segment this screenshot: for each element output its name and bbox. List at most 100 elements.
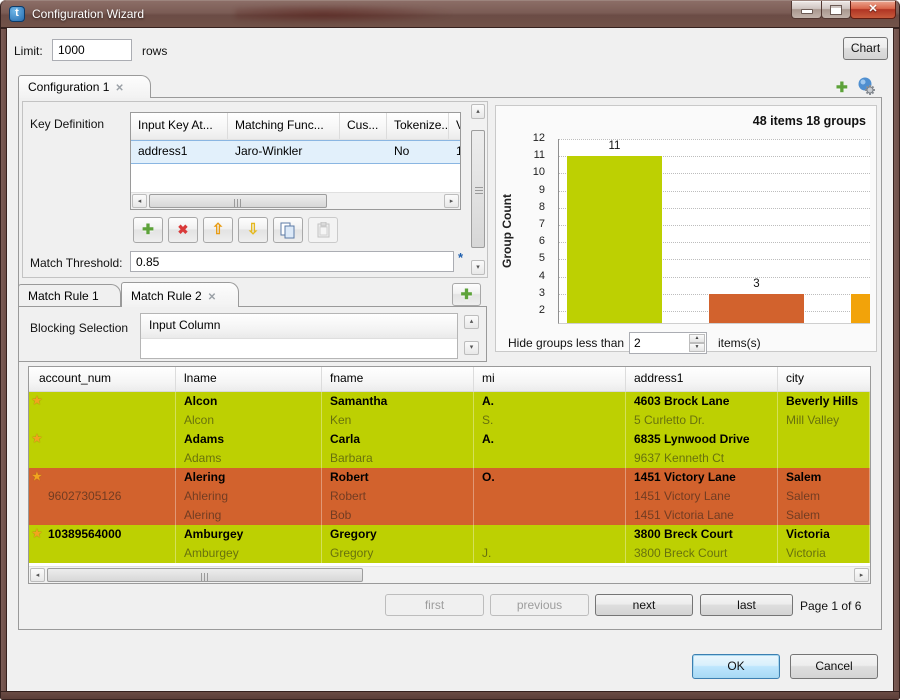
spinner-up-arrow[interactable]: ▲ (689, 334, 705, 343)
key-definition-label: Key Definition (30, 117, 104, 131)
key-section-vscrollbar: ▴ ▾ (470, 103, 487, 276)
results-header: account_num lname fname mi address1 city (29, 367, 870, 392)
move-up-button[interactable]: ⇧ (203, 217, 233, 243)
delete-key-button[interactable]: ✖ (168, 217, 198, 243)
column-header-input-key[interactable]: Input Key At... (131, 113, 228, 139)
column-header-tokenize[interactable]: Tokenize... (387, 113, 449, 139)
scroll-up-arrow[interactable]: ▴ (471, 104, 485, 119)
title-bar[interactable]: t Configuration Wizard ✕ (0, 0, 900, 28)
scroll-right-arrow[interactable]: ▸ (444, 194, 459, 208)
scroll-down-arrow[interactable]: ▾ (471, 260, 485, 275)
table-row[interactable]: ★96027305126 Ahlering Robert 1451 Victor… (29, 487, 870, 506)
spinner-down-arrow[interactable]: ▼ (689, 343, 705, 352)
add-match-rule-button[interactable]: ✚ (452, 283, 481, 306)
table-row[interactable]: ★ Adams Carla A. 6835 Lynwood Drive (29, 430, 870, 449)
table-row[interactable]: ★ Alcon Ken S. 5 Curletto Dr. Mill Valle… (29, 411, 870, 430)
titlebar-artifact (235, 4, 455, 24)
bar-value-label: 3 (709, 278, 804, 290)
scroll-down-arrow[interactable]: ▾ (464, 341, 479, 355)
copy-button[interactable] (273, 217, 303, 243)
app-icon: t (9, 6, 25, 22)
maximize-button[interactable] (821, 1, 851, 19)
chart-yaxis-ticks: 23456789101112 (520, 139, 548, 323)
pagination-last-button[interactable]: last (700, 594, 793, 616)
column-header-mi[interactable]: mi (474, 367, 626, 391)
y-tick-label: 11 (521, 149, 545, 161)
tab-match-rule-2[interactable]: Match Rule 2 ✕ (121, 282, 239, 307)
key-definition-table: Input Key At... Matching Func... Cus... … (130, 112, 461, 210)
pagination-next-button[interactable]: next (595, 594, 693, 616)
tab-close-icon[interactable]: ✕ (115, 83, 123, 94)
scroll-thumb[interactable] (149, 194, 327, 208)
wizard-gear-icon[interactable] (856, 76, 877, 97)
tab-match-rule-1[interactable]: Match Rule 1 (18, 284, 121, 307)
table-row[interactable]: ★ Alering Bob 1451 Victoria Lane Salem (29, 506, 870, 525)
group-leader-star-icon: ★ (32, 468, 46, 487)
ok-button[interactable]: OK (692, 654, 780, 679)
cancel-button[interactable]: Cancel (790, 654, 878, 679)
key-definition-row-selected[interactable]: address1 Jaro-Winkler No 1 (131, 140, 460, 164)
group-leader-star-icon: ★ (32, 525, 46, 544)
chart-title: 48 items 18 groups (753, 114, 866, 128)
table-row[interactable]: ★ Amburgey Gregory J. 3800 Breck Court V… (29, 544, 870, 563)
pagination-previous-button[interactable]: previous (490, 594, 589, 616)
blocking-selection-table: Input Column (140, 313, 458, 359)
key-definition-header: Input Key At... Matching Func... Cus... … (131, 113, 460, 140)
table-row[interactable]: ★ Alering Robert O. 1451 Victory Lane Sa… (29, 468, 870, 487)
close-button[interactable]: ✕ (850, 1, 896, 19)
scroll-thumb[interactable] (47, 568, 363, 582)
table-row[interactable]: ★ Alcon Samantha A. 4603 Brock Lane Beve… (29, 392, 870, 411)
limit-input[interactable] (52, 39, 132, 61)
hide-groups-label: Hide groups less than (508, 336, 624, 350)
tab-configuration-1[interactable]: Configuration 1 ✕ (18, 75, 151, 98)
items-suffix-label: items(s) (718, 336, 761, 350)
minimize-button[interactable] (791, 1, 822, 19)
paste-icon (316, 222, 331, 239)
scroll-right-arrow[interactable]: ▸ (854, 568, 869, 582)
group-leader-star-icon: ★ (32, 392, 46, 411)
close-icon: ✕ (868, 3, 877, 15)
table-row[interactable]: ★ Adams Barbara 9637 Kenneth Ct (29, 449, 870, 468)
column-header-lname[interactable]: lname (176, 367, 322, 391)
y-tick-label: 2 (521, 304, 545, 316)
add-configuration-icon[interactable]: ✚ (836, 79, 848, 96)
add-key-button[interactable]: ✚ (133, 217, 163, 243)
cell-tokenize: No (387, 141, 449, 163)
column-header-matching-function[interactable]: Matching Func... (228, 113, 340, 139)
maximize-icon (830, 5, 842, 15)
move-down-button[interactable]: ⇩ (238, 217, 268, 243)
table-row[interactable]: ★10389564000 Amburgey Gregory 3800 Breck… (29, 525, 870, 544)
blocking-column-header[interactable]: Input Column (141, 314, 457, 339)
group-chart-panel: 48 items 18 groups Group Count 234567891… (495, 105, 877, 352)
scroll-left-arrow[interactable]: ◂ (132, 194, 147, 208)
pagination-first-button[interactable]: first (385, 594, 484, 616)
chart-button[interactable]: Chart (843, 37, 888, 60)
scroll-left-arrow[interactable]: ◂ (30, 568, 45, 582)
cell-custom (340, 141, 387, 163)
column-header-city[interactable]: city (778, 367, 870, 391)
column-header-custom[interactable]: Cus... (340, 113, 387, 139)
limit-label: Limit: (14, 44, 43, 58)
delete-icon: ✖ (178, 222, 189, 237)
y-tick-label: 6 (521, 235, 545, 247)
chart-y-axis-label: Group Count (500, 139, 516, 323)
y-tick-label: 12 (521, 132, 545, 144)
scroll-thumb[interactable] (471, 130, 485, 248)
match-threshold-input[interactable] (130, 251, 454, 272)
copy-icon (280, 222, 296, 239)
hide-groups-input[interactable] (630, 333, 696, 353)
group-leader-star-icon: ★ (32, 430, 46, 449)
chart-bar (567, 156, 662, 323)
column-header-address1[interactable]: address1 (626, 367, 778, 391)
match-threshold-label: Match Threshold: (30, 256, 123, 270)
scroll-up-arrow[interactable]: ▴ (464, 315, 479, 329)
column-header-weight[interactable]: V (449, 113, 460, 139)
tab-match-rule-2-label: Match Rule 2 (131, 289, 202, 303)
paste-button[interactable] (308, 217, 338, 243)
tab-close-icon[interactable]: ✕ (208, 292, 216, 303)
cell-input-key: address1 (131, 141, 228, 163)
configuration-wizard-dialog: t Configuration Wizard ✕ Limit: rows Cha… (0, 0, 900, 700)
tab-configuration-1-label: Configuration 1 (28, 80, 109, 94)
column-header-fname[interactable]: fname (322, 367, 474, 391)
column-header-account-num[interactable]: account_num (29, 367, 176, 391)
